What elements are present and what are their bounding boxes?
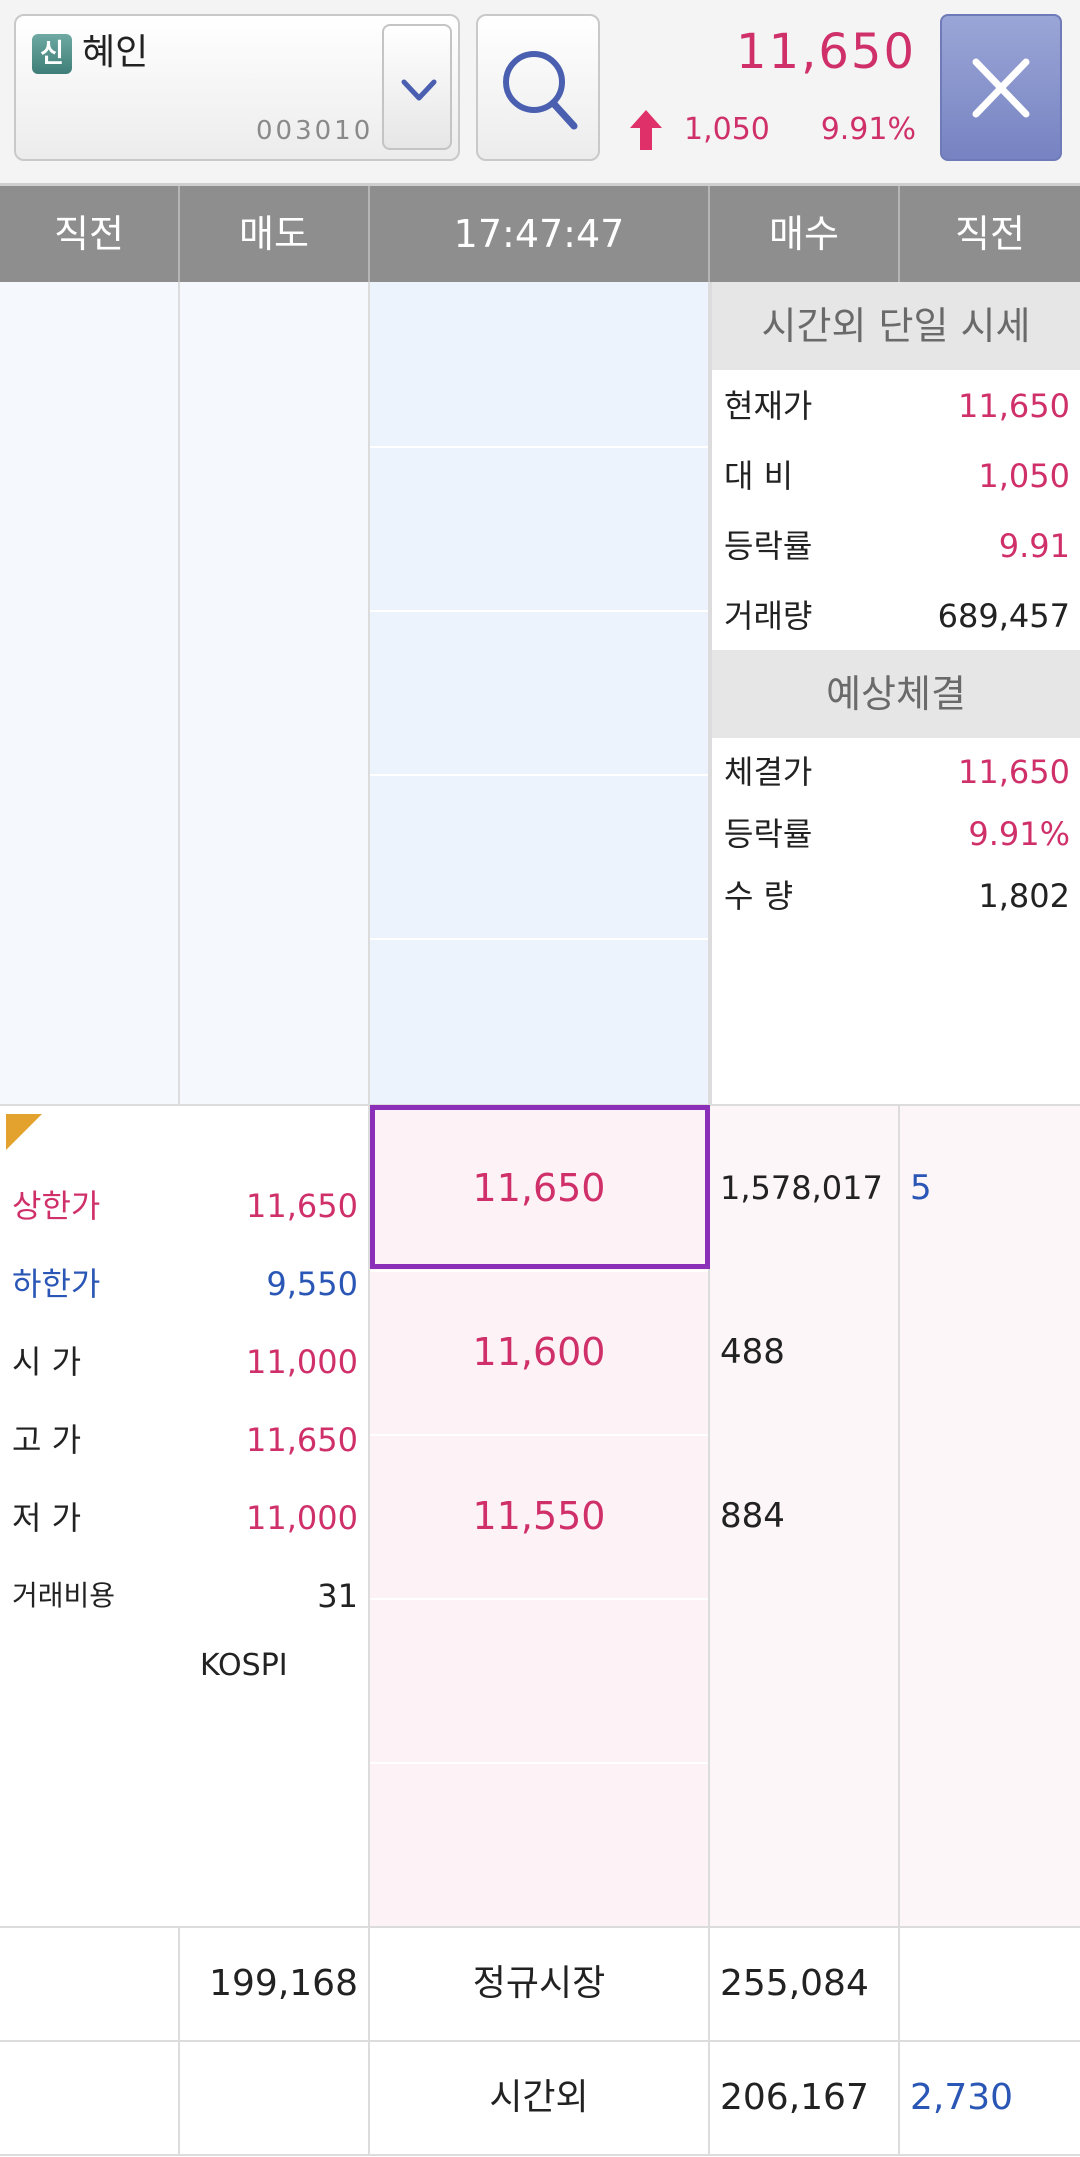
corner-marker-icon [6,1114,42,1150]
regular-ask-total: 199,168 [180,1928,370,2040]
after-bid-total: 206,167 [710,2042,900,2154]
expected-row-rate: 등락률 9.91% [724,815,1070,853]
stock-name: 혜인 [82,32,149,73]
bid-qty-2: 488 [720,1332,785,1372]
after-hours-row: 시간외 206,167 2,730 [0,2042,1080,2156]
stock-selector[interactable]: 신 혜인 003010 [14,14,460,161]
after-hours-label: 시간외 [370,2042,710,2154]
stat-low: 저 가 11,000 [12,1499,358,1537]
after-prev-value: 2,730 [910,2077,1014,2118]
stat-high: 고 가 11,650 [12,1421,358,1459]
close-button[interactable] [940,14,1062,161]
col-ask: 매도 [180,186,370,282]
bid-price-2[interactable]: 11,600 [370,1312,708,1392]
change-rate: 9.91% [820,112,916,147]
info-row-volume: 거래량 689,457 [724,597,1070,635]
expected-row-price: 체결가 11,650 [724,753,1070,791]
after-hours-info-panel: 시간외 단일 시세 현재가 11,650 대 비 1,050 등락률 9.91 … [710,282,1080,1104]
col-time: 17:47:47 [370,186,710,282]
col-bid: 매수 [710,186,900,282]
info-row-diff: 대 비 1,050 [724,457,1070,495]
bid-qty-column: 1,578,017 488 884 [710,1106,900,1928]
totals-footer: 199,168 정규시장 255,084 시간외 206,167 2,730 [0,1926,1080,2157]
stat-open: 시 가 11,000 [12,1343,358,1381]
bid-prev-1: 5 [910,1168,932,1208]
expected-title: 예상체결 [712,650,1080,738]
ask-price-column[interactable] [370,282,710,1104]
price-change: 1,050 [684,112,770,147]
bid-prev-column: 5 [900,1106,1080,1928]
ask-prev-column [0,282,180,1104]
current-price: 11,650 [736,24,916,80]
bid-qty-1: 1,578,017 [720,1169,883,1207]
selected-price-highlight [370,1105,710,1269]
regular-market-row: 199,168 정규시장 255,084 [0,1928,1080,2042]
after-hours-title: 시간외 단일 시세 [712,282,1080,370]
info-row-rate: 등락률 9.91 [724,527,1070,565]
expected-row-qty: 수 량 1,802 [724,877,1070,915]
col-prev-ask: 직전 [0,186,180,282]
ask-qty-column [180,282,370,1104]
chevron-down-icon [401,79,437,101]
stock-dropdown-button[interactable] [382,24,452,150]
stock-header: 신 혜인 003010 11,650 1,050 9.91% [0,0,1080,186]
market-label: KOSPI [200,1648,288,1683]
up-arrow-icon [628,108,664,156]
stats-column: 상한가 11,650 하한가 9,550 시 가 11,000 고 가 11,6… [0,1106,370,1928]
credit-badge: 신 [32,34,72,74]
stock-code: 003010 [256,116,374,146]
search-button[interactable] [476,14,600,161]
bid-qty-3: 884 [720,1496,785,1536]
stat-upper-limit: 상한가 11,650 [12,1187,358,1225]
regular-market-label: 정규시장 [370,1928,710,2040]
orderbook-column-header: 직전 매도 17:47:47 매수 직전 [0,186,1080,282]
close-icon [972,58,1030,118]
stat-trade-cost: 거래비용 31 [12,1577,358,1615]
info-row-current: 현재가 11,650 [724,387,1070,425]
bid-price-3[interactable]: 11,550 [370,1476,708,1556]
stat-lower-limit: 하한가 9,550 [12,1265,358,1303]
search-icon [503,51,578,130]
col-prev-bid: 직전 [955,212,1025,256]
regular-bid-total: 255,084 [710,1928,900,2040]
